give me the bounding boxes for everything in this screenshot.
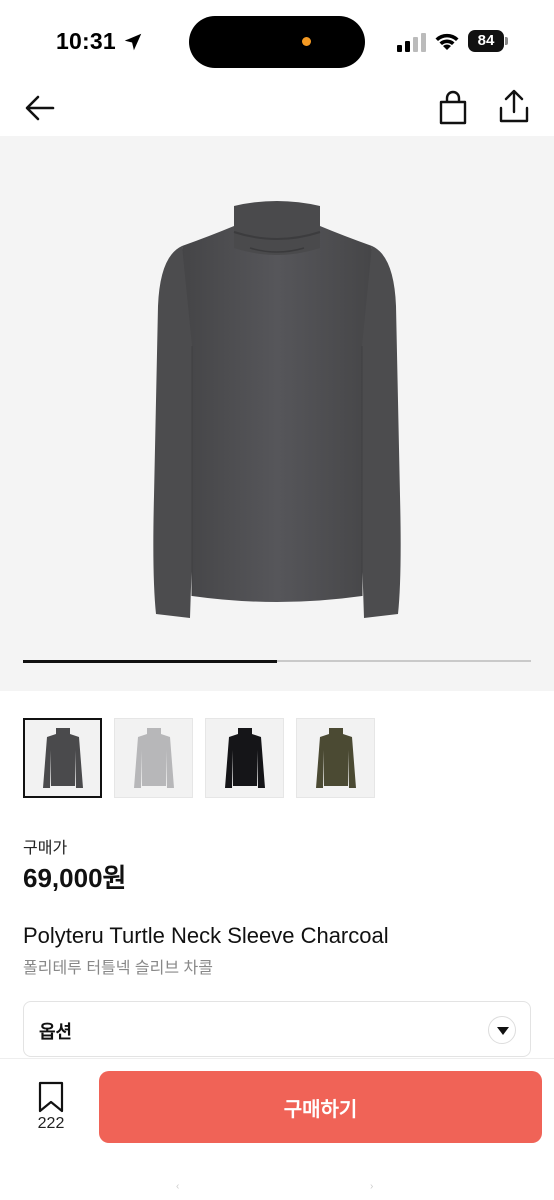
thumbnail-image bbox=[133, 728, 174, 788]
price-label: 구매가 bbox=[23, 840, 68, 857]
color-thumbnail-list bbox=[23, 718, 375, 798]
battery-tip bbox=[505, 37, 508, 45]
gallery-progress-fill bbox=[23, 659, 277, 663]
nav-forward-hint-icon: › bbox=[370, 1181, 374, 1192]
privacy-indicator-dot bbox=[302, 37, 311, 46]
dynamic-island bbox=[189, 16, 365, 68]
thumbnail-gray[interactable] bbox=[114, 718, 193, 798]
battery-level: 84 bbox=[468, 30, 504, 52]
chevron-down-icon bbox=[488, 1016, 516, 1044]
thumbnail-image bbox=[42, 728, 83, 788]
product-image bbox=[153, 201, 401, 618]
thumbnail-khaki[interactable] bbox=[296, 718, 375, 798]
thumbnail-image bbox=[224, 728, 265, 788]
share-icon[interactable] bbox=[496, 88, 532, 126]
battery-indicator: 84 bbox=[468, 30, 508, 52]
status-time: 10:31 bbox=[56, 28, 116, 54]
arrow-left-icon[interactable] bbox=[22, 90, 58, 126]
thumbnail-image bbox=[315, 728, 356, 788]
option-select[interactable]: 옵션 bbox=[23, 1001, 531, 1057]
product-name-english: Polyteru Turtle Neck Sleeve Charcoal bbox=[23, 923, 389, 948]
status-bar: 10:31 84 bbox=[0, 0, 554, 80]
thumbnail-black[interactable] bbox=[205, 718, 284, 798]
shopping-bag-icon[interactable] bbox=[436, 90, 470, 126]
buy-button[interactable]: 구매하기 bbox=[99, 1071, 542, 1143]
bookmark-icon bbox=[38, 1081, 64, 1113]
product-price: 69,000원 bbox=[23, 863, 127, 893]
thumb-shirt-shape bbox=[42, 728, 83, 788]
thumb-shirt-shape bbox=[224, 728, 265, 788]
app-header bbox=[0, 80, 554, 136]
wifi-icon bbox=[435, 33, 459, 50]
bottom-action-bar: 222 구매하기 ‹ › bbox=[0, 1058, 554, 1200]
option-select-label: 옵션 bbox=[39, 1022, 73, 1042]
bookmark-count: 222 bbox=[37, 1115, 65, 1132]
thumb-shirt-shape bbox=[315, 728, 356, 788]
bookmark-button[interactable]: 222 bbox=[22, 1081, 80, 1141]
location-arrow-icon bbox=[124, 33, 142, 51]
cellular-signal-icon bbox=[397, 33, 426, 52]
nav-back-hint-icon: ‹ bbox=[176, 1181, 180, 1192]
gallery-progress-track bbox=[23, 659, 531, 663]
thumb-shirt-shape bbox=[133, 728, 174, 788]
product-image-gallery[interactable] bbox=[0, 136, 554, 691]
product-name-korean: 폴리테루 터틀넥 슬리브 차콜 bbox=[23, 960, 213, 977]
thumbnail-charcoal[interactable] bbox=[23, 718, 102, 798]
